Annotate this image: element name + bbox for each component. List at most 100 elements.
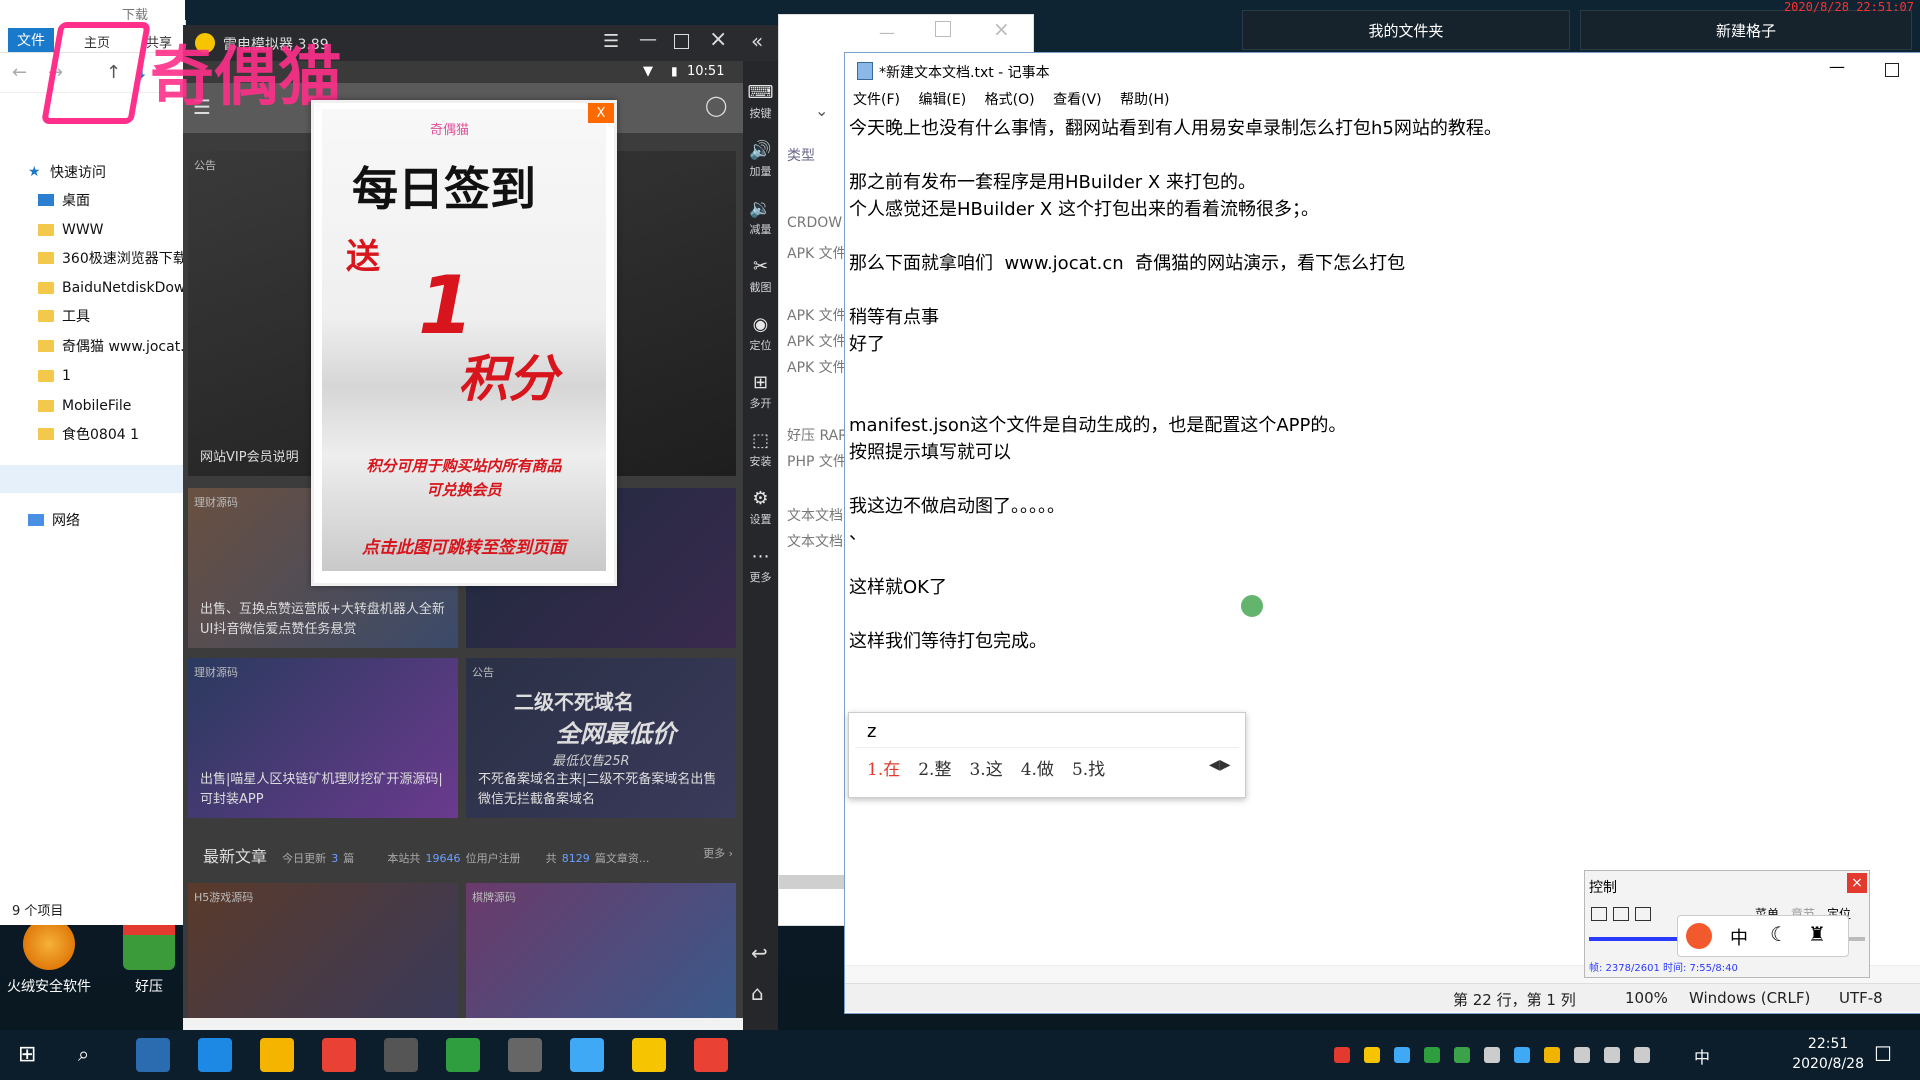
ime-candidate[interactable]: 4.做 — [1021, 755, 1054, 785]
article-card[interactable]: H5游戏源码 — [188, 883, 458, 1018]
maximize-icon[interactable] — [1885, 63, 1899, 77]
desktop-tab-new-grid[interactable]: 新建格子 — [1580, 10, 1912, 50]
sidebar-button[interactable]: ✂ 截图 — [743, 249, 778, 305]
back-icon[interactable]: ↩ — [751, 941, 768, 965]
start-windows-icon[interactable]: ⊞ — [18, 1042, 36, 1067]
chrome-like-icon[interactable] — [322, 1038, 356, 1072]
file-row-type[interactable]: APK 文件 — [787, 331, 847, 351]
minimize-icon[interactable]: — — [1829, 57, 1845, 76]
latest-more-link[interactable]: 更多 › — [703, 845, 733, 861]
skin-icon[interactable]: ♜ — [1808, 922, 1826, 946]
back-arrow-icon[interactable]: ← — [12, 62, 27, 83]
sidebar-button[interactable]: ⋯ 更多 — [743, 539, 778, 595]
sign-in-popup[interactable]: 奇偶猫 每日签到 送 1 积分 积分可用于购买站内所有商品 可兑换会员 点击此图… — [311, 100, 617, 586]
editor-line: 那么下面就拿咱们 www.jocat.cn 奇偶猫的网站演示，看下怎么打包 — [849, 253, 1406, 274]
desktop-tab-my-folder[interactable]: 我的文件夹 — [1242, 10, 1570, 50]
file-row-type[interactable]: CRDOW — [787, 215, 842, 231]
close-icon[interactable]: × — [709, 27, 727, 52]
ime-candidate[interactable]: 5.找 — [1072, 755, 1105, 785]
notification-icon[interactable]: ☐ — [1874, 1042, 1892, 1066]
tray-battery-icon[interactable] — [1574, 1047, 1590, 1063]
edge-browser-icon[interactable] — [198, 1038, 232, 1072]
article-card[interactable]: 棋牌源码 — [466, 883, 736, 1018]
file-explorer-icon[interactable] — [260, 1038, 294, 1072]
maximize-icon[interactable] — [935, 21, 951, 37]
tray-green-icon[interactable] — [1424, 1047, 1440, 1063]
hbuilder-icon[interactable] — [446, 1038, 480, 1072]
explorer-app-icon[interactable] — [136, 1038, 170, 1072]
tray-nvidia-icon[interactable] — [1394, 1047, 1410, 1063]
ime-page-arrows-icon[interactable]: ◀▶ — [1209, 757, 1231, 773]
menu-edit[interactable]: 编辑(E) — [918, 92, 966, 108]
desktop-icon-huorong[interactable]: 火绒安全软件 — [4, 918, 94, 996]
taskbar-clock[interactable]: 22:51 2020/8/28 — [1792, 1034, 1864, 1074]
ribbon-file-tab[interactable]: 文件 — [8, 28, 54, 52]
video-app-icon[interactable] — [384, 1038, 418, 1072]
menu-format[interactable]: 格式(O) — [985, 92, 1035, 108]
sidebar-button[interactable]: ⌨ 按键 — [743, 75, 778, 131]
tray-bluetooth-icon[interactable] — [1514, 1047, 1530, 1063]
notepad-app-icon[interactable] — [570, 1038, 604, 1072]
menu-view[interactable]: 查看(V) — [1053, 92, 1102, 108]
control-button-icon[interactable] — [1591, 907, 1607, 921]
tray-app-icon[interactable] — [1334, 1047, 1350, 1063]
maximize-icon[interactable] — [674, 34, 689, 49]
tray-network-icon[interactable] — [1604, 1047, 1620, 1063]
tree-item[interactable]: 网络 — [0, 506, 213, 534]
ldplayer-icon[interactable] — [632, 1038, 666, 1072]
network-icon — [28, 514, 44, 526]
file-row-type[interactable]: PHP 文件 — [787, 451, 847, 471]
popup-cta[interactable]: 点击此图可跳转至签到页面 — [322, 533, 606, 558]
card-caption: 出售|喵星人区块链矿机理财挖矿开源源码|可封装APP — [200, 772, 443, 807]
column-header-type[interactable]: 类型 — [787, 145, 815, 165]
tree-item[interactable]: ★ 快速访问 — [0, 158, 213, 186]
tray-volume-icon[interactable] — [1634, 1047, 1650, 1063]
input-lang-indicator[interactable]: 中 — [1694, 1044, 1710, 1068]
file-row-type[interactable]: 好压 RAR — [787, 425, 848, 445]
menu-file[interactable]: 文件(F) — [853, 92, 900, 108]
tray-security-icon[interactable] — [1544, 1047, 1560, 1063]
menu-icon[interactable]: ☰ — [603, 31, 619, 52]
sogou-ime-icon[interactable] — [1686, 923, 1712, 949]
file-row-type[interactable]: 文本文档 — [787, 531, 843, 551]
control-close-button[interactable]: × — [1847, 873, 1867, 893]
close-icon[interactable]: × — [993, 17, 1010, 41]
ime-candidate[interactable]: 1.在 — [867, 755, 900, 785]
minimize-icon[interactable]: — — [639, 29, 657, 50]
ime-candidate[interactable]: 3.这 — [969, 755, 1002, 785]
tree-item-label: 360极速浏览器下载 — [62, 251, 187, 267]
folder-icon — [38, 428, 54, 440]
sidebar-button[interactable]: ◉ 定位 — [743, 307, 778, 363]
file-row-type[interactable]: APK 文件 — [787, 305, 847, 325]
moon-icon[interactable]: ☾ — [1770, 922, 1788, 946]
user-icon[interactable]: ◯ — [705, 93, 727, 117]
domain-card[interactable]: 公告 二级不死域名 全网最低价 最低仅售25R 不死备案域名主来|二级不死备案域… — [466, 658, 736, 818]
minimize-icon[interactable]: — — [879, 23, 895, 42]
tray-shield-icon[interactable] — [1484, 1047, 1500, 1063]
ime-lang-icon[interactable]: 中 — [1730, 924, 1748, 950]
ime-candidate[interactable]: 2.整 — [918, 755, 951, 785]
search-icon[interactable]: ⌕ — [78, 1042, 89, 1066]
file-row-type[interactable]: APK 文件 — [787, 357, 847, 377]
popup-artwork[interactable]: 奇偶猫 每日签到 送 1 积分 积分可用于购买站内所有商品 可兑换会员 点击此图… — [322, 109, 606, 571]
sidebar-button[interactable]: ⚙ 设置 — [743, 481, 778, 537]
media-app-icon[interactable] — [508, 1038, 542, 1072]
chrome-icon[interactable] — [694, 1038, 728, 1072]
file-row-type[interactable]: 文本文档 — [787, 505, 843, 525]
tray-ldplayer-icon[interactable] — [1364, 1047, 1380, 1063]
collapse-sidebar-icon[interactable]: « — [751, 29, 763, 53]
control-button-icon[interactable] — [1613, 907, 1629, 921]
control-button-icon[interactable] — [1635, 907, 1651, 921]
sidebar-button[interactable]: ⊞ 多开 — [743, 365, 778, 421]
home-icon[interactable]: ⌂ — [751, 981, 764, 1005]
desktop-icon-haozip[interactable]: 好压 — [104, 918, 194, 996]
file-row-type[interactable]: APK 文件 — [787, 243, 847, 263]
chevron-down-icon[interactable]: ⌄ — [815, 101, 828, 120]
sidebar-button[interactable]: 🔉 减量 — [743, 191, 778, 247]
popup-close-button[interactable]: X — [588, 103, 614, 123]
sidebar-button[interactable]: ⬚ 安装 — [743, 423, 778, 479]
menu-help[interactable]: 帮助(H) — [1120, 92, 1169, 108]
tray-wechat-icon[interactable] — [1454, 1047, 1470, 1063]
sidebar-button[interactable]: 🔊 加量 — [743, 133, 778, 189]
source-card[interactable]: 理财源码 出售|喵星人区块链矿机理财挖矿开源源码|可封装APP — [188, 658, 458, 818]
